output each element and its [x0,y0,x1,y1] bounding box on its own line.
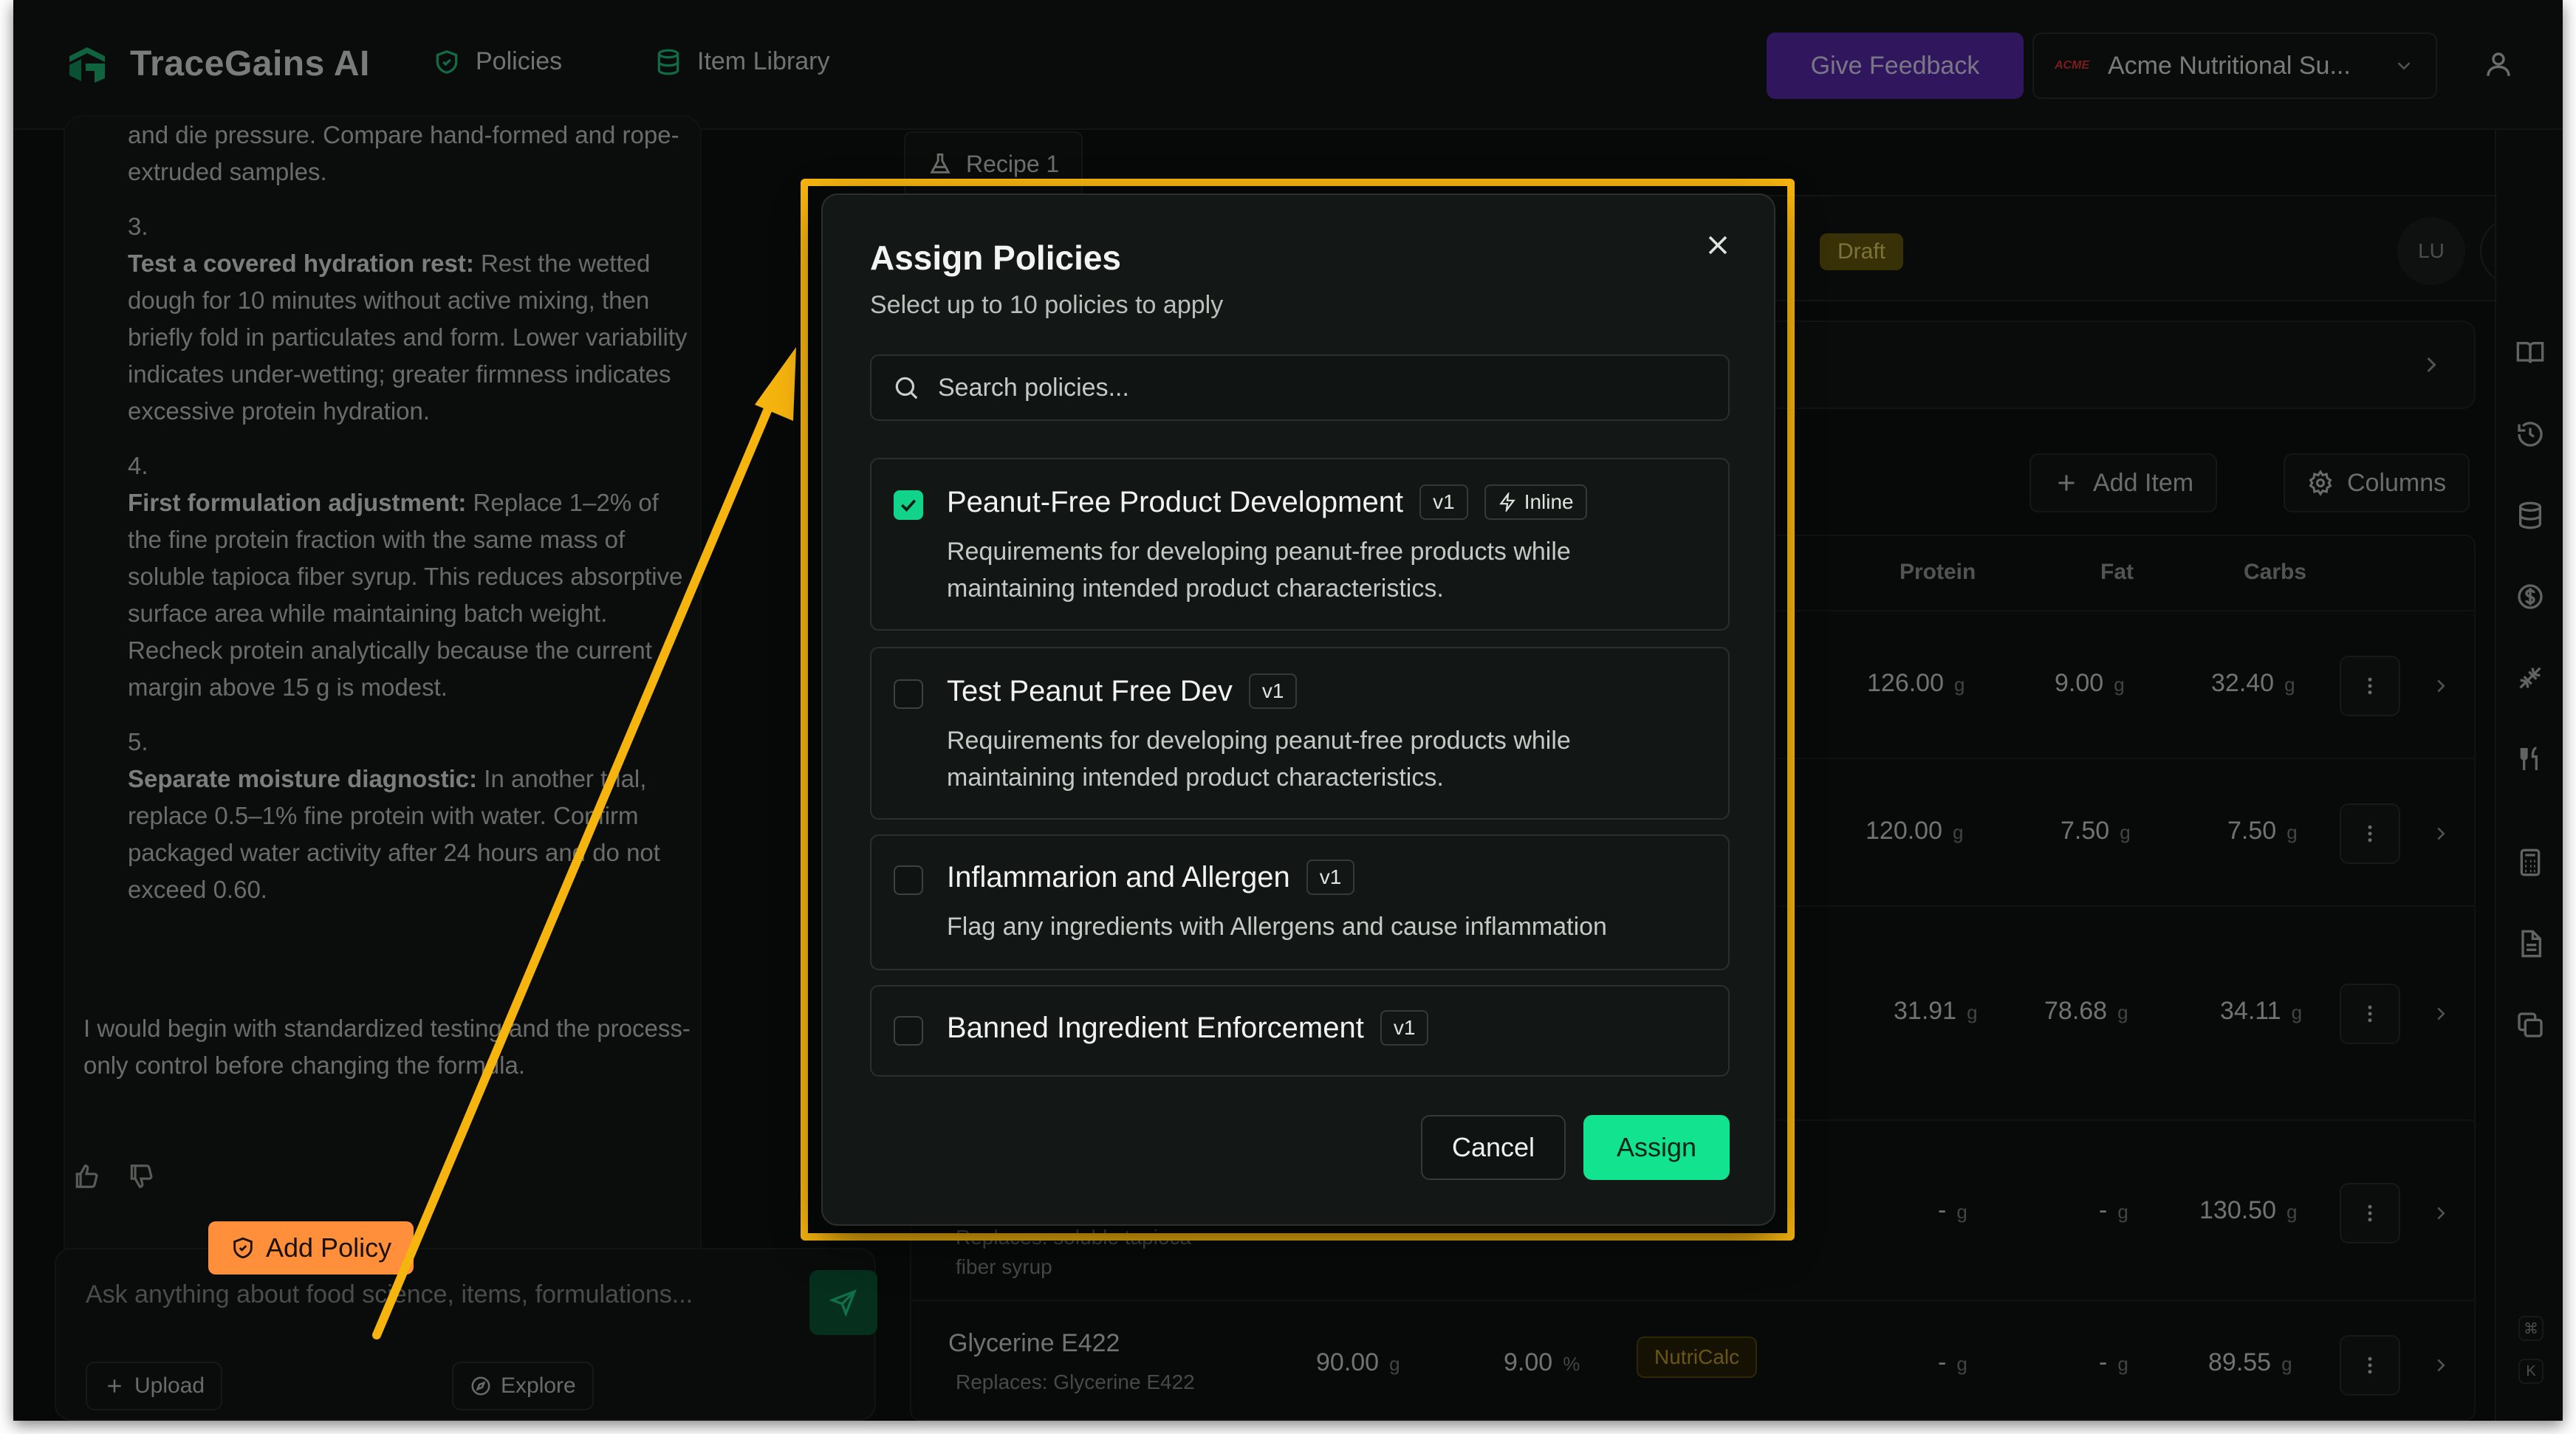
check-icon [900,499,917,512]
policy-option[interactable]: Banned Ingredient Enforcement v1 [870,985,1730,1077]
policy-option[interactable]: Peanut-Free Product Development v1 Inlin… [870,458,1730,631]
policy-search [870,354,1730,421]
version-badge: v1 [1306,860,1355,895]
search-input[interactable] [938,373,1707,402]
policy-title-row: Test Peanut Free Dev v1 [947,673,1298,709]
inline-badge-label: Inline [1524,490,1574,513]
policy-checkbox[interactable] [894,1016,923,1046]
policy-description: Requirements for developing peanut-free … [947,538,1571,603]
policy-title-row: Banned Ingredient Enforcement v1 [947,1010,1429,1046]
version-badge: v1 [1248,673,1298,709]
policy-description: Flag any ingredients with Allergens and … [947,913,1607,941]
modal-subtitle: Select up to 10 policies to apply [870,291,1224,319]
policy-name: Test Peanut Free Dev [947,674,1233,707]
add-policy-button[interactable]: Add Policy [208,1221,414,1275]
policy-checkbox[interactable] [894,679,923,709]
policy-checkbox[interactable] [894,490,923,520]
policy-title-row: Peanut-Free Product Development v1 Inlin… [947,484,1587,520]
version-badge: v1 [1419,484,1468,520]
assign-policies-modal: Assign Policies Select up to 10 policies… [821,193,1775,1226]
policy-description: Requirements for developing peanut-free … [947,727,1571,792]
close-icon[interactable] [1702,229,1734,261]
policy-checkbox[interactable] [894,865,923,895]
cancel-button[interactable]: Cancel [1421,1115,1566,1180]
policy-title-row: Inflammarion and Allergen v1 [947,860,1355,895]
add-policy-label: Add Policy [266,1232,392,1263]
policy-option[interactable]: Test Peanut Free Dev v1 Requirements for… [870,647,1730,820]
policy-name: Banned Ingredient Enforcement [947,1011,1364,1044]
version-badge: v1 [1380,1010,1429,1046]
policy-name: Peanut-Free Product Development [947,485,1404,518]
modal-title: Assign Policies [870,239,1122,277]
policy-option[interactable]: Inflammarion and Allergen v1 Flag any in… [870,834,1730,970]
search-icon [895,377,918,399]
assign-button[interactable]: Assign [1583,1115,1730,1180]
policy-name: Inflammarion and Allergen [947,860,1290,893]
inline-badge: Inline [1484,484,1587,520]
shield-check-icon [233,1237,253,1259]
lightning-icon [1498,493,1515,512]
